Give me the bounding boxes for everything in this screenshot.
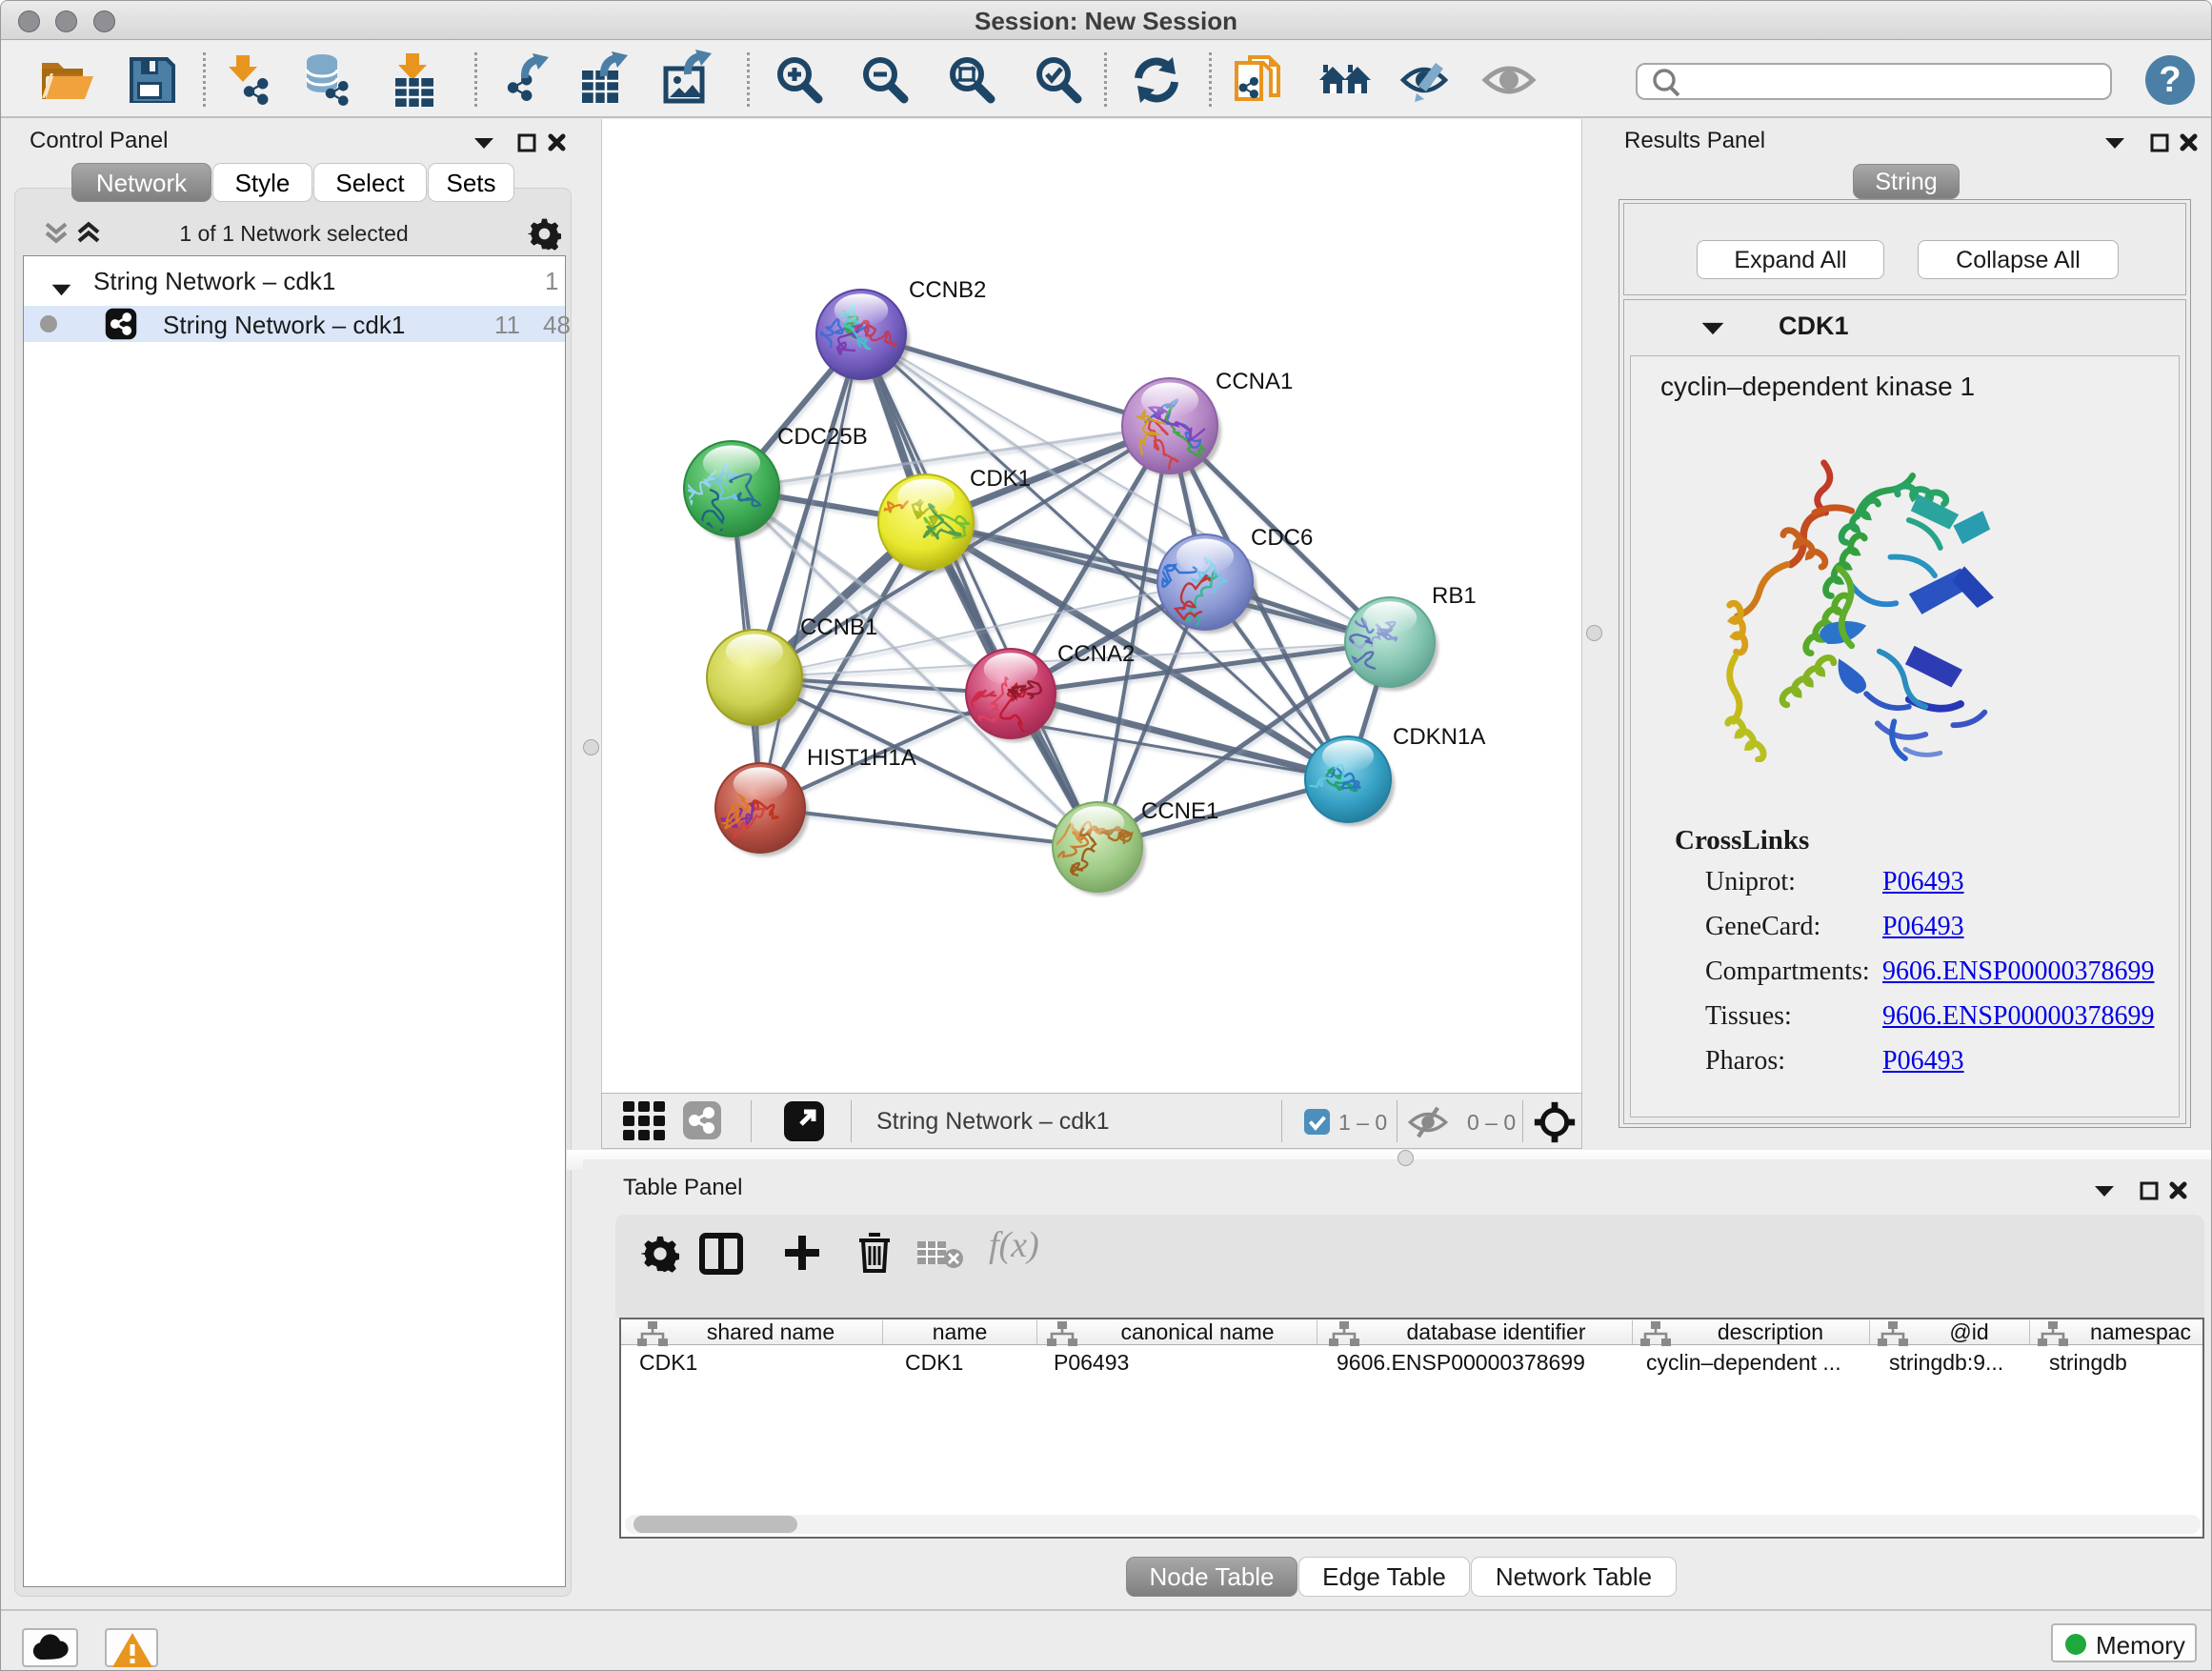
svg-text:CDKN1A: CDKN1A bbox=[1393, 724, 1485, 750]
svg-text:CCNB2: CCNB2 bbox=[909, 277, 986, 303]
svg-text:CCNA2: CCNA2 bbox=[1057, 641, 1135, 667]
svg-text:CDK1: CDK1 bbox=[970, 466, 1031, 492]
svg-text:RB1: RB1 bbox=[1432, 583, 1477, 609]
svg-text:CDC25B: CDC25B bbox=[777, 424, 868, 450]
svg-text:CCNB1: CCNB1 bbox=[800, 614, 877, 640]
svg-text:CCNE1: CCNE1 bbox=[1141, 798, 1218, 824]
svg-text:CDC6: CDC6 bbox=[1251, 525, 1313, 551]
svg-text:HIST1H1A: HIST1H1A bbox=[807, 745, 916, 771]
svg-text:?: ? bbox=[2159, 60, 2181, 100]
svg-text:CCNA1: CCNA1 bbox=[1216, 369, 1293, 394]
